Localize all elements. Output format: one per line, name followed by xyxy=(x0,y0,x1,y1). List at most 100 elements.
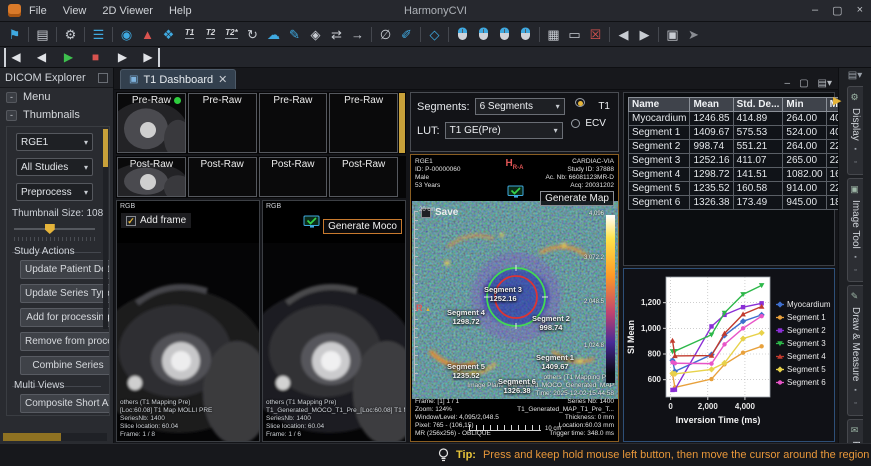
viewer-moco[interactable]: RGB Generate Moco xyxy=(262,200,406,442)
tab-display[interactable]: ⚙Display▪ ▫ xyxy=(847,86,863,175)
maximize-icon[interactable]: ▢ xyxy=(832,4,842,17)
radio-t1[interactable]: T1 xyxy=(571,98,610,114)
undock-icon[interactable] xyxy=(98,73,108,83)
collapse-icon[interactable]: - xyxy=(6,110,17,121)
thumbnail-size-slider[interactable] xyxy=(14,223,95,235)
nav-prev-icon[interactable]: ◀ xyxy=(613,25,634,44)
roi-circular-icon[interactable]: ↻ xyxy=(242,25,263,44)
combine-series-button[interactable]: Combine Series xyxy=(20,356,110,375)
thumbnail-pre-raw-1[interactable]: Pre-Raw xyxy=(117,93,186,153)
roi-pick-icon[interactable]: ◈ xyxy=(305,25,326,44)
dashboard-maximize-icon[interactable]: ▢ xyxy=(799,78,808,89)
menu-view[interactable]: View xyxy=(63,5,87,17)
pin-icon[interactable]: ▪ ▫ xyxy=(852,254,859,276)
roi-points-icon[interactable]: ❖ xyxy=(158,25,179,44)
pin-icon[interactable]: ▪ ▫ xyxy=(852,387,859,409)
tab-t1-dashboard[interactable]: ▣ T1 Dashboard ✕ xyxy=(120,69,236,89)
database-icon[interactable]: ☰ xyxy=(88,25,109,44)
histogram-icon[interactable]: ▲ xyxy=(137,25,158,44)
update-series-type-button[interactable]: Update Series Type xyxy=(20,284,110,303)
mouse-draw-icon[interactable] xyxy=(452,25,473,44)
t1-curve-icon[interactable]: T1 xyxy=(179,25,200,44)
droplet-edit-icon[interactable]: ✎ xyxy=(284,25,305,44)
nav-next-icon[interactable]: ▶ xyxy=(634,25,655,44)
thumbnail-post-raw-4[interactable]: Post-Raw xyxy=(329,157,398,197)
update-patient-details-button[interactable]: Update Patient Details xyxy=(20,260,110,279)
step-forward-icon[interactable]: ▶ xyxy=(112,48,133,67)
table-row-segment-4[interactable]: Segment 41298.72141.511082.001639.00 xyxy=(629,168,870,182)
series-filter-dropdown[interactable]: RGE1▾ xyxy=(16,133,93,151)
thumbnail-pre-raw-3[interactable]: Pre-Raw xyxy=(259,93,328,153)
add-frame-checkbox[interactable]: ✓ Add frame xyxy=(121,213,191,228)
sidebar-horizontal-scrollbar[interactable] xyxy=(3,433,107,441)
report-icon[interactable]: ▤ xyxy=(32,25,53,44)
export-view-icon[interactable]: ▣ xyxy=(662,25,683,44)
eye-hide-icon[interactable]: ∅ xyxy=(375,25,396,44)
bookmark-icon[interactable]: ⚑ xyxy=(4,25,25,44)
cursor-disable-icon[interactable]: ➤ xyxy=(683,25,704,44)
close-icon[interactable]: × xyxy=(857,4,863,17)
minimize-icon[interactable]: – xyxy=(812,4,818,17)
marker-pen-icon[interactable]: ✐ xyxy=(396,25,417,44)
roi-export-icon[interactable]: → xyxy=(347,25,368,44)
table-row-segment-1[interactable]: Segment 11409.67575.53524.004096.00 xyxy=(629,126,870,140)
mouse-window-icon[interactable] xyxy=(494,25,515,44)
column-header-name[interactable]: Name xyxy=(629,98,690,112)
panel-stack-icon[interactable]: ▤▾ xyxy=(848,70,862,81)
blob-merge-icon[interactable]: ☁ xyxy=(263,25,284,44)
table-row-segment-3[interactable]: Segment 31252.16411.07265.002265.00 xyxy=(629,154,870,168)
table-row-segment-5[interactable]: Segment 51235.52160.58914.002205.00 xyxy=(629,182,870,196)
thumbnail-pre-raw-4[interactable]: Pre-Raw xyxy=(329,93,398,153)
generate-moco-button[interactable]: Generate Moco xyxy=(323,219,402,234)
column-header-mean[interactable]: Mean xyxy=(690,98,733,112)
ruler-roi-icon[interactable]: ▭ xyxy=(564,25,585,44)
skip-start-icon[interactable]: ◀ xyxy=(4,48,25,67)
thumbnail-pre-raw-2[interactable]: Pre-Raw xyxy=(188,93,257,153)
radio-ecv[interactable]: ECV xyxy=(571,118,610,129)
tab-draw-measure[interactable]: ✎Draw & Measure▪ ▫ xyxy=(847,285,863,415)
mouse-pan-icon[interactable] xyxy=(515,25,536,44)
play-icon[interactable]: ▶ xyxy=(58,48,79,67)
skip-end-icon[interactable]: ▶ xyxy=(139,48,160,67)
dashboard-minimize-icon[interactable]: – xyxy=(785,78,791,89)
thumbnail-post-raw-3[interactable]: Post-Raw xyxy=(259,157,328,197)
stage-filter-dropdown[interactable]: Preprocess▾ xyxy=(16,183,93,201)
menu-file[interactable]: File xyxy=(29,5,47,17)
tab-image-tool[interactable]: ▣Image Tool▪ ▫ xyxy=(847,178,863,283)
segments-dropdown[interactable]: 6 Segments▾ xyxy=(475,98,565,115)
clear-roi-icon[interactable]: ☒ xyxy=(585,25,606,44)
table-row-myocardium[interactable]: Myocardium1246.85414.89264.004096.00 xyxy=(629,112,870,126)
table-row-segment-6[interactable]: Segment 61326.38173.49945.001890.00 xyxy=(629,196,870,210)
composite-short-axis-button[interactable]: Composite Short Axis xyxy=(20,394,110,413)
slider-handle[interactable] xyxy=(45,224,55,234)
lut-dropdown[interactable]: T1 GE(Pre)▾ xyxy=(445,122,563,139)
step-back-icon[interactable]: ◀ xyxy=(31,48,52,67)
sidebar-section-thumbnails[interactable]: -Thumbnails xyxy=(0,106,113,124)
sidebar-vertical-scrollbar[interactable] xyxy=(103,129,108,329)
menu-help[interactable]: Help xyxy=(169,5,192,17)
thumbnail-post-raw-2[interactable]: Post-Raw xyxy=(188,157,257,197)
roi-select-icon[interactable]: ◉ xyxy=(116,25,137,44)
collapse-icon[interactable]: - xyxy=(6,92,17,103)
table-row-segment-2[interactable]: Segment 2998.74551.21264.002258.00 xyxy=(629,140,870,154)
roi-transfer-icon[interactable]: ⇄ xyxy=(326,25,347,44)
pin-icon[interactable]: ▪ ▫ xyxy=(852,146,859,168)
thumbnail-post-raw-1[interactable]: Post-Raw xyxy=(117,157,186,197)
fit-view-icon[interactable]: ◇ xyxy=(424,25,445,44)
menu-2d-viewer[interactable]: 2D Viewer xyxy=(102,5,153,17)
sidebar-section-menu[interactable]: -Menu xyxy=(0,88,113,106)
mouse-select-icon[interactable] xyxy=(473,25,494,44)
pre-raw-scrollbar[interactable] xyxy=(399,93,405,153)
layout-grid-icon[interactable]: ▦ xyxy=(543,25,564,44)
t2star-curve-icon[interactable]: T2* xyxy=(221,25,242,44)
chart-settings-icon[interactable]: ⚙ xyxy=(60,25,81,44)
tab-close-icon[interactable]: ✕ xyxy=(218,73,227,86)
generate-map-button[interactable]: Generate Map xyxy=(540,191,614,206)
viewer-pre-raw[interactable]: RGB ✓ Add frame xyxy=(116,200,260,442)
stop-icon[interactable]: ■ xyxy=(85,48,106,67)
column-header-std-de[interactable]: Std. De... xyxy=(733,98,783,112)
layout-stack-icon[interactable]: ▤▾ xyxy=(818,78,832,89)
t1-map-panel[interactable]: RGE1ID: P-00000060Male53 Years CARDIAC-V… xyxy=(410,154,619,442)
study-filter-dropdown[interactable]: All Studies▾ xyxy=(16,158,93,176)
remove-from-processing-button[interactable]: Remove from processing xyxy=(20,332,110,351)
